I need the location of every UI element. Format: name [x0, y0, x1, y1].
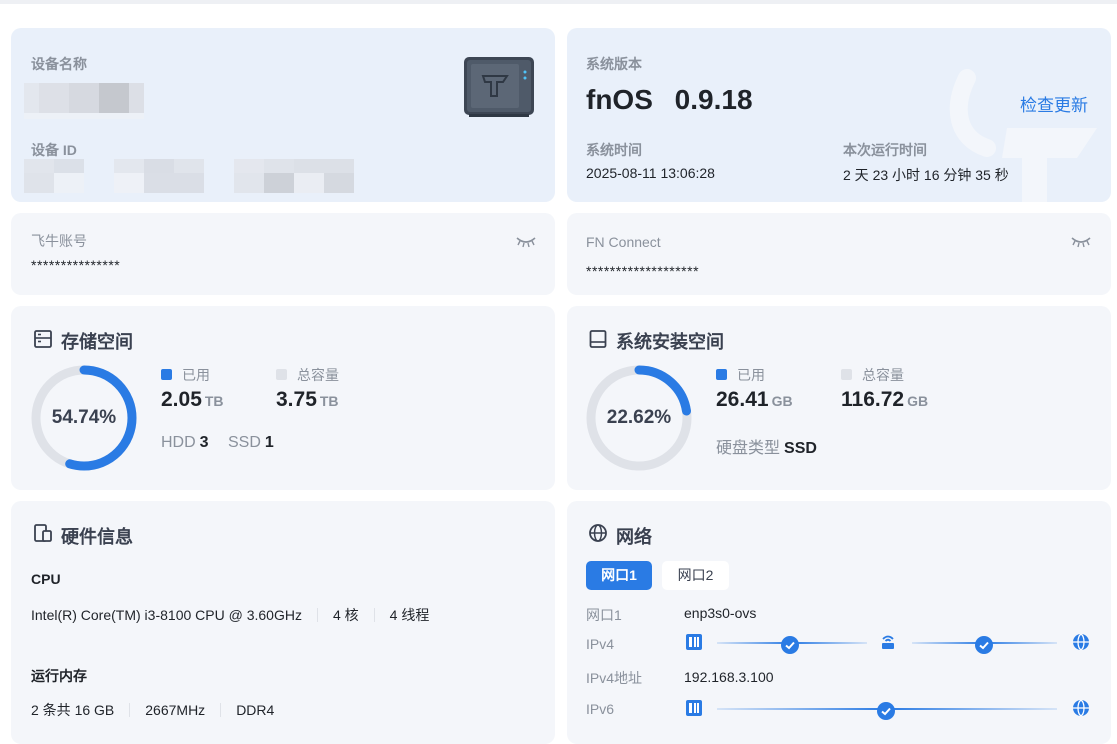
os-version: fnOS 0.9.18	[586, 84, 753, 116]
system-used-legend: 已用	[716, 365, 765, 385]
total-swatch	[841, 369, 852, 380]
check-icon	[781, 636, 799, 654]
memory-label: 运行内存	[31, 668, 87, 684]
system-space-card: 系统安装空间 22.62% 已用 26.41 GB 总容量 116.72 GB 硬盘…	[567, 306, 1111, 490]
memory-type: DDR4	[236, 702, 275, 718]
ssd-count: SSD 1	[228, 434, 274, 451]
storage-title: 存储空间	[61, 332, 133, 352]
storage-total-value: 3.75 TB	[276, 388, 339, 411]
total-swatch	[276, 369, 287, 380]
system-total-legend: 总容量	[841, 365, 904, 385]
uptime-value: 2 天 23 小时 16 分钟 35 秒	[843, 167, 1009, 183]
account-card: 飞牛账号 ***************	[11, 213, 555, 295]
disk-type: 硬盘类型 SSD	[716, 440, 817, 457]
device-card: 设备名称 设备 ID	[11, 28, 555, 202]
globe-icon	[1073, 699, 1089, 717]
globe-icon	[589, 524, 607, 542]
os-name: fnOS	[586, 84, 653, 115]
separator	[220, 703, 222, 717]
devices-icon	[34, 524, 52, 542]
nas-device-icon	[464, 57, 534, 117]
port-value: enp3s0-ovs	[684, 605, 757, 621]
storage-card: 存储空间 54.74% 已用 2.05 TB 总容量 3.75 TB HDD 3 SS…	[11, 306, 555, 490]
hardware-card: 硬件信息 CPU Intel(R) Core(TM) i3-8100 CPU @…	[11, 501, 555, 744]
network-title: 网络	[616, 527, 652, 547]
separator	[316, 608, 318, 622]
router-icon	[882, 635, 894, 649]
top-divider	[0, 0, 1117, 4]
used-swatch	[161, 369, 172, 380]
globe-icon	[1073, 633, 1089, 651]
tab-port-1[interactable]: 网口1	[586, 561, 652, 590]
storage-used-value: 2.05 TB	[161, 388, 224, 411]
check-icon	[877, 702, 895, 720]
uptime-label: 本次运行时间	[843, 142, 927, 158]
cpu-model: Intel(R) Core(TM) i3-8100 CPU @ 3.60GHz	[31, 607, 302, 623]
fn-connect-card: FN Connect *******************	[567, 213, 1111, 295]
os-version-number: 0.9.18	[674, 84, 753, 115]
system-version-label: 系统版本	[586, 56, 642, 72]
fn-connect-value: *******************	[586, 263, 700, 279]
eye-closed-icon[interactable]	[1071, 236, 1091, 248]
separator	[373, 608, 375, 622]
network-card: 网络 网口1 网口2 网口1 enp3s0-ovs IPv4 IPv4地址 19…	[567, 501, 1111, 744]
system-space-title: 系统安装空间	[616, 332, 724, 352]
account-label: 飞牛账号	[31, 233, 87, 249]
storage-used-legend: 已用	[161, 365, 210, 385]
device-name-label: 设备名称	[31, 56, 87, 72]
port-label: 网口1	[586, 607, 622, 623]
device-name-redacted	[24, 83, 144, 119]
system-space-percent: 22.62%	[606, 407, 672, 428]
cpu-info-row: Intel(R) Core(TM) i3-8100 CPU @ 3.60GHz …	[31, 605, 429, 625]
system-used-value: 26.41 GB	[716, 388, 793, 411]
account-value: ***************	[31, 257, 121, 273]
separator	[129, 703, 131, 717]
hard-drive-icon	[589, 330, 607, 348]
system-version-card: 系统版本 fnOS 0.9.18 检查更新 系统时间 2025-08-11 13…	[567, 28, 1111, 202]
ipv6-label: IPv6	[586, 701, 615, 717]
check-icon	[975, 636, 993, 654]
nas-port-icon	[686, 700, 702, 716]
storage-icon	[34, 330, 52, 348]
memory-info-row: 2 条共 16 GB 2667MHz DDR4	[31, 700, 274, 720]
device-id-redacted	[24, 159, 357, 193]
nas-port-icon	[686, 634, 702, 650]
memory-total: 2 条共 16 GB	[31, 702, 115, 718]
storage-total-legend: 总容量	[276, 365, 339, 385]
system-time-value: 2025-08-11 13:06:28	[586, 165, 715, 181]
cpu-label: CPU	[31, 571, 61, 587]
hdd-count: HDD 3	[161, 434, 209, 451]
ipv4-address-label: IPv4地址	[586, 670, 643, 686]
memory-speed: 2667MHz	[145, 702, 206, 718]
used-swatch	[716, 369, 727, 380]
ipv4-label: IPv4	[586, 636, 615, 652]
system-time-label: 系统时间	[586, 142, 642, 158]
storage-percent: 54.74%	[51, 407, 117, 428]
cpu-cores: 4 核	[332, 607, 359, 623]
device-id-label: 设备 ID	[31, 142, 77, 158]
hardware-title: 硬件信息	[61, 527, 133, 547]
ipv4-address-value: 192.168.3.100	[684, 669, 774, 685]
fn-connect-label: FN Connect	[586, 234, 661, 250]
eye-closed-icon[interactable]	[516, 236, 536, 248]
system-total-value: 116.72 GB	[841, 388, 929, 411]
cpu-threads: 4 线程	[389, 607, 430, 623]
check-update-link[interactable]: 检查更新	[1020, 91, 1088, 116]
tab-port-2[interactable]: 网口2	[662, 561, 729, 590]
